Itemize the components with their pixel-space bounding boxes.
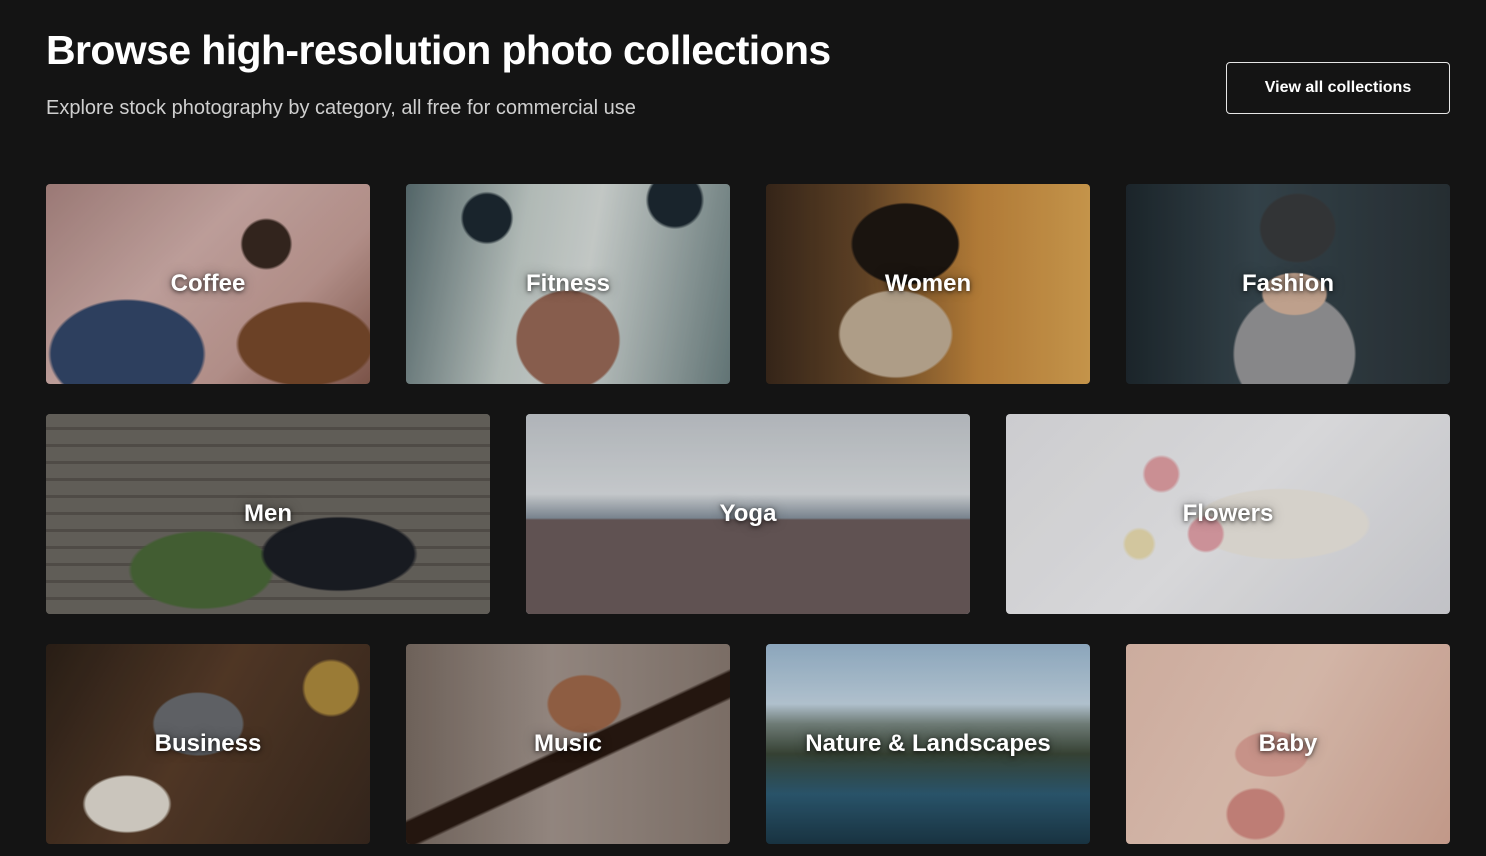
- collection-card-baby[interactable]: Baby: [1126, 644, 1450, 844]
- collections-row: Business Music Nature & Landscapes Baby: [46, 644, 1450, 844]
- collection-label: Fitness: [525, 270, 611, 297]
- collections-page: Browse high-resolution photo collections…: [0, 0, 1486, 856]
- collection-label: Nature & Landscapes: [805, 730, 1051, 757]
- collection-label: Men: [244, 500, 292, 527]
- collection-label: Fashion: [1241, 270, 1334, 297]
- page-title: Browse high-resolution photo collections: [46, 27, 831, 73]
- collection-label: Baby: [1258, 730, 1318, 757]
- collection-card-nature-landscapes[interactable]: Nature & Landscapes: [766, 644, 1090, 844]
- collection-card-fashion[interactable]: Fashion: [1126, 184, 1450, 384]
- collection-card-women[interactable]: Women: [766, 184, 1090, 384]
- collection-card-coffee[interactable]: Coffee: [46, 184, 370, 384]
- collection-card-music[interactable]: Music: [406, 644, 730, 844]
- collection-card-fitness[interactable]: Fitness: [406, 184, 730, 384]
- collection-label: Business: [154, 730, 262, 757]
- collection-label: Flowers: [1182, 500, 1274, 527]
- view-all-collections-button[interactable]: View all collections: [1226, 62, 1450, 114]
- collection-label: Music: [533, 730, 602, 757]
- collections-row: Coffee Fitness Women Fashion: [46, 184, 1450, 384]
- collection-label: Yoga: [719, 500, 777, 527]
- collection-card-flowers[interactable]: Flowers: [1006, 414, 1450, 614]
- collection-label: Coffee: [170, 270, 246, 297]
- collection-card-business[interactable]: Business: [46, 644, 370, 844]
- collection-card-men[interactable]: Men: [46, 414, 490, 614]
- collections-row: Men Yoga Flowers: [46, 414, 1450, 614]
- collection-card-yoga[interactable]: Yoga: [526, 414, 970, 614]
- collection-label: Women: [884, 270, 972, 297]
- page-subtitle: Explore stock photography by category, a…: [46, 97, 636, 119]
